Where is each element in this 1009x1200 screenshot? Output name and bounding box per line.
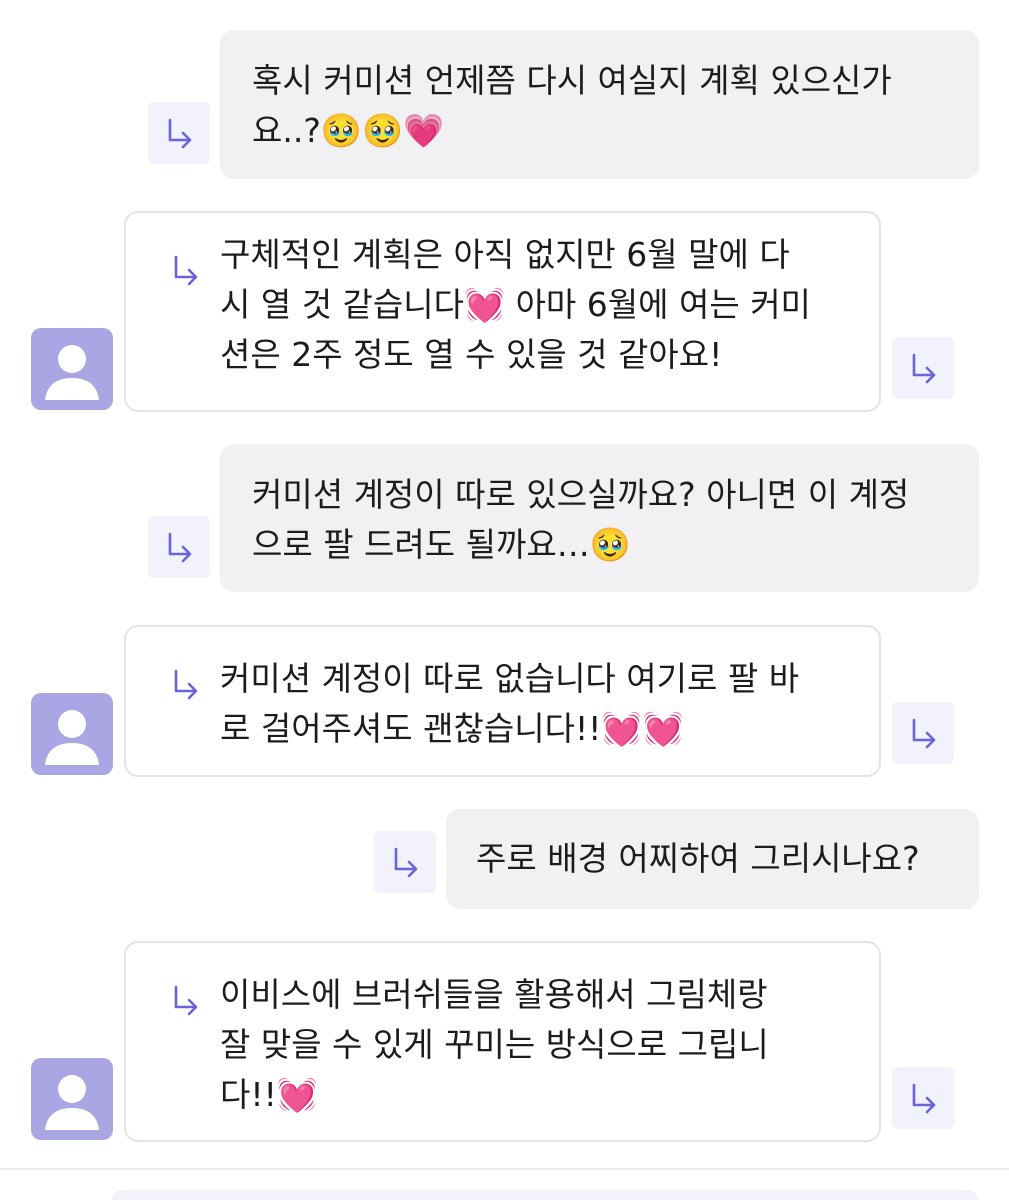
user-icon <box>45 345 99 400</box>
reply-button[interactable] <box>374 831 436 893</box>
reply-button[interactable] <box>892 702 954 764</box>
user-icon <box>45 1075 99 1130</box>
message-text: 커미션 계정이 따로 있으실까요? 아니면 이 계정 으로 팔 드려도 될까요…… <box>252 475 910 564</box>
sent-message: 주로 배경 어찌하여 그리시나요? <box>446 809 979 909</box>
reply-button[interactable] <box>148 516 210 578</box>
received-message: 커미션 계정이 따로 없습니다 여기로 팔 바 로 걸어주셔도 괜찮습니다!!💓… <box>124 625 881 777</box>
received-message: 구체적인 계획은 아직 없지만 6월 말에 다 시 열 것 같습니다💓 아마 6… <box>124 211 881 412</box>
message-text: 구체적인 계획은 아직 없지만 6월 말에 다 시 열 것 같습니다💓 아마 6… <box>220 235 811 374</box>
reply-arrow-icon <box>174 985 198 1016</box>
reply-arrow-icon <box>168 118 192 149</box>
reply-button[interactable] <box>892 337 954 399</box>
reply-arrow-icon <box>174 669 198 700</box>
sent-message: 혹시 커미션 언제쯤 다시 여실지 계획 있으신가 요..?🥹🥹💗 <box>220 30 979 179</box>
sent-message: 커미션 계정이 따로 있으실까요? 아니면 이 계정 으로 팔 드려도 될까요…… <box>220 444 979 592</box>
received-message: 이비스에 브러쉬들을 활용해서 그림체랑 잘 맞을 수 있게 꾸미는 방식으로 … <box>124 941 881 1142</box>
message-text: 혹시 커미션 언제쯤 다시 여실지 계획 있으신가 요..?🥹🥹💗 <box>252 61 892 150</box>
divider <box>0 1168 1009 1170</box>
user-icon <box>45 710 99 765</box>
message-text: 커미션 계정이 따로 없습니다 여기로 팔 바 로 걸어주셔도 괜찮습니다!!💓… <box>220 659 800 748</box>
reply-arrow-icon <box>912 718 936 749</box>
reply-arrow-icon <box>174 255 198 286</box>
reply-arrow-icon <box>394 847 418 878</box>
reply-button[interactable] <box>892 1067 954 1129</box>
avatar <box>31 693 113 775</box>
reply-arrow-icon <box>912 1083 936 1114</box>
reply-arrow-icon <box>168 532 192 563</box>
avatar <box>31 1058 113 1140</box>
reply-button[interactable] <box>148 102 210 164</box>
chat-thread: 혹시 커미션 언제쯤 다시 여실지 계획 있으신가 요..?🥹🥹💗 구체적인 계… <box>0 0 1009 1200</box>
message-text: 주로 배경 어찌하여 그리시나요? <box>476 839 920 878</box>
reply-arrow-icon <box>912 353 936 384</box>
avatar <box>31 328 113 410</box>
next-message-preview <box>112 1190 978 1200</box>
message-text: 이비스에 브러쉬들을 활용해서 그림체랑 잘 맞을 수 있게 꾸미는 방식으로 … <box>220 975 769 1114</box>
